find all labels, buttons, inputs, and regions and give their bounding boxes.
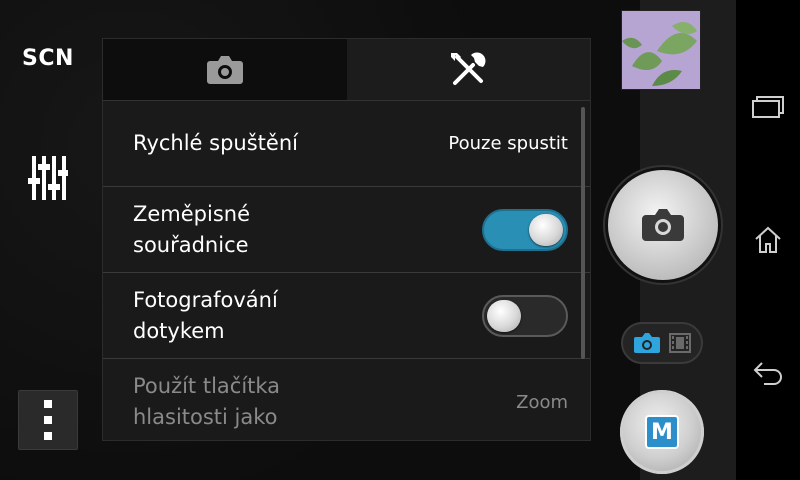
scrollbar[interactable] <box>581 107 585 359</box>
volume-key-label: Použít tlačítka hlasitosti jako <box>133 374 281 429</box>
touch-capture-row[interactable]: Fotografování dotykem <box>103 273 590 359</box>
quick-launch-row[interactable]: Rychlé spuštění Pouze spustit <box>103 101 590 187</box>
sliders-icon[interactable] <box>28 156 68 204</box>
home-button[interactable] <box>748 220 788 260</box>
toggle-knob <box>487 299 521 332</box>
manual-mode-badge: M <box>645 415 679 449</box>
quick-launch-label: Rychlé spuštění <box>133 131 298 155</box>
photo-thumbnail-image <box>622 11 700 89</box>
back-button[interactable] <box>748 353 788 393</box>
more-options-button[interactable] <box>18 390 78 450</box>
geotagging-row[interactable]: Zeměpisné souřadnice <box>103 187 590 273</box>
last-photo-thumbnail[interactable] <box>621 10 701 90</box>
scene-button[interactable]: SCN <box>22 46 74 71</box>
shutter-face <box>608 170 718 280</box>
settings-panel: Rychlé spuštění Pouze spustit Zeměpisné … <box>102 38 591 441</box>
recent-apps-button[interactable] <box>748 87 788 127</box>
video-icon <box>669 333 691 353</box>
geotagging-toggle[interactable] <box>482 208 568 251</box>
home-icon <box>755 226 781 253</box>
volume-key-row[interactable]: Použít tlačítka hlasitosti jako Zoom <box>103 359 590 440</box>
camera-icon <box>634 333 660 353</box>
back-icon <box>753 362 782 386</box>
camera-icon <box>642 209 684 241</box>
manual-mode-dial[interactable]: M <box>620 390 704 474</box>
more-vert-icon <box>44 400 52 440</box>
photo-video-switch[interactable] <box>621 322 703 364</box>
toggle-knob <box>529 213 563 246</box>
volume-key-value: Zoom <box>516 391 568 413</box>
tab-camera-settings[interactable] <box>103 39 347 100</box>
system-nav-bar <box>736 0 800 480</box>
tools-icon <box>451 52 486 85</box>
camera-icon <box>206 55 243 84</box>
quick-launch-value: Pouze spustit <box>448 133 568 154</box>
touch-capture-label: Fotografování dotykem <box>133 287 278 343</box>
geotagging-label: Zeměpisné souřadnice <box>133 201 251 257</box>
shutter-button[interactable] <box>603 165 723 285</box>
settings-tabs <box>103 39 590 101</box>
recent-apps-icon <box>752 95 784 118</box>
touch-capture-toggle[interactable] <box>482 294 568 337</box>
tab-general-settings[interactable] <box>346 39 590 100</box>
